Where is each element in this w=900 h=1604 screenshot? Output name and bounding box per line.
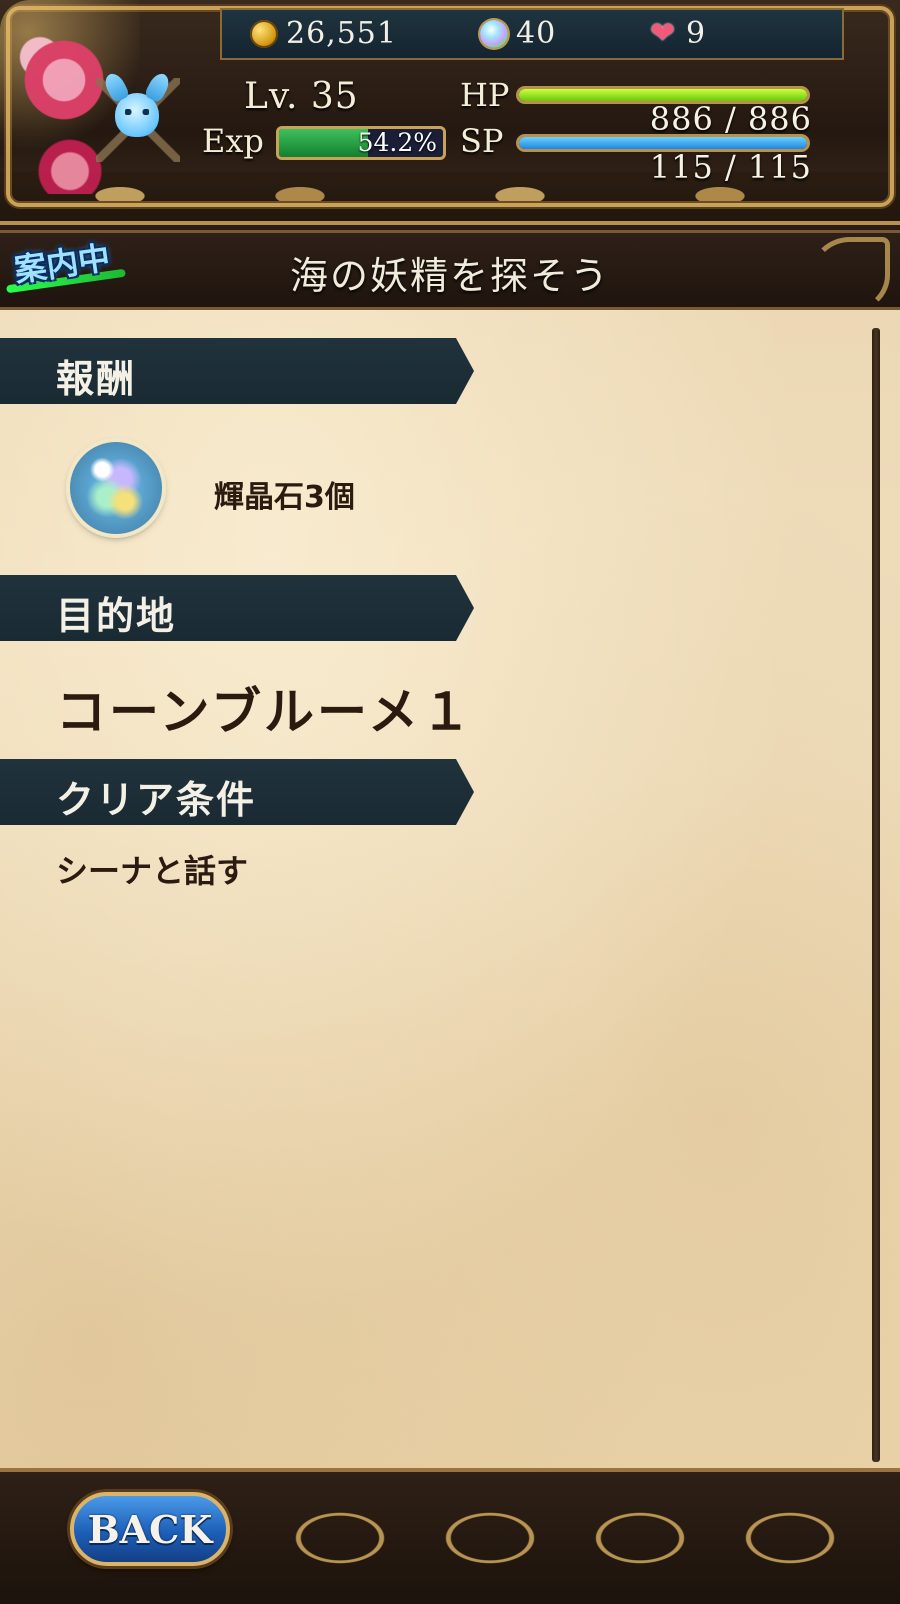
exp-label: Exp <box>202 122 264 160</box>
clear-condition-section-header: クリア条件 <box>0 759 474 825</box>
sp-label: SP <box>460 122 504 160</box>
rainbow-crystal-orb-icon <box>70 442 162 534</box>
heart-amount: 9 <box>686 16 707 51</box>
destination-value: コーンブルーメ１ <box>56 683 474 741</box>
clear-condition-header-label: クリア条件 <box>56 778 257 822</box>
player-avatar[interactable] <box>100 78 174 152</box>
gem-amount: 40 <box>516 16 557 51</box>
quest-banner: 案内中 海の妖精を探そう <box>0 230 900 313</box>
heart-icon <box>650 16 678 51</box>
reward-section-header: 報酬 <box>0 338 474 404</box>
scrollbar[interactable] <box>872 328 880 1462</box>
coin-counter: 26,551 <box>250 16 397 51</box>
exp-bar: 54.2% <box>276 126 446 160</box>
footer-ornament <box>160 1480 900 1596</box>
back-button[interactable]: BACK <box>70 1492 230 1566</box>
reward-header-label: 報酬 <box>56 357 137 401</box>
currency-bar: 26,551 40 9 <box>220 8 844 60</box>
sp-value: 115 / 115 <box>649 148 812 186</box>
gem-counter: 40 <box>480 16 556 51</box>
heart-counter: 9 <box>650 16 707 52</box>
scroll-ornament-icon <box>810 237 890 313</box>
status-hud: 26,551 40 9 Lv. 35 Exp 54.2% HP 886 / 88… <box>0 0 900 225</box>
quest-title: 海の妖精を探そう <box>289 254 610 298</box>
crystal-gem-icon <box>480 19 508 48</box>
coin-amount: 26,551 <box>286 16 397 51</box>
player-level: Lv. 35 <box>244 76 359 117</box>
hp-value: 886 / 886 <box>649 100 812 138</box>
blue-bunny-mascot-icon <box>115 93 159 137</box>
exp-bar-fill <box>279 129 368 157</box>
destination-section-header: 目的地 <box>0 575 474 641</box>
destination-header-label: 目的地 <box>56 594 177 638</box>
hp-label: HP <box>460 76 510 114</box>
clear-condition-value: シーナと話す <box>56 852 249 890</box>
exp-percent: 54.2% <box>357 128 437 157</box>
gold-coin-icon <box>250 19 278 48</box>
reward-item-text: 輝晶石3個 <box>214 480 355 515</box>
back-button-label: BACK <box>87 1506 213 1552</box>
